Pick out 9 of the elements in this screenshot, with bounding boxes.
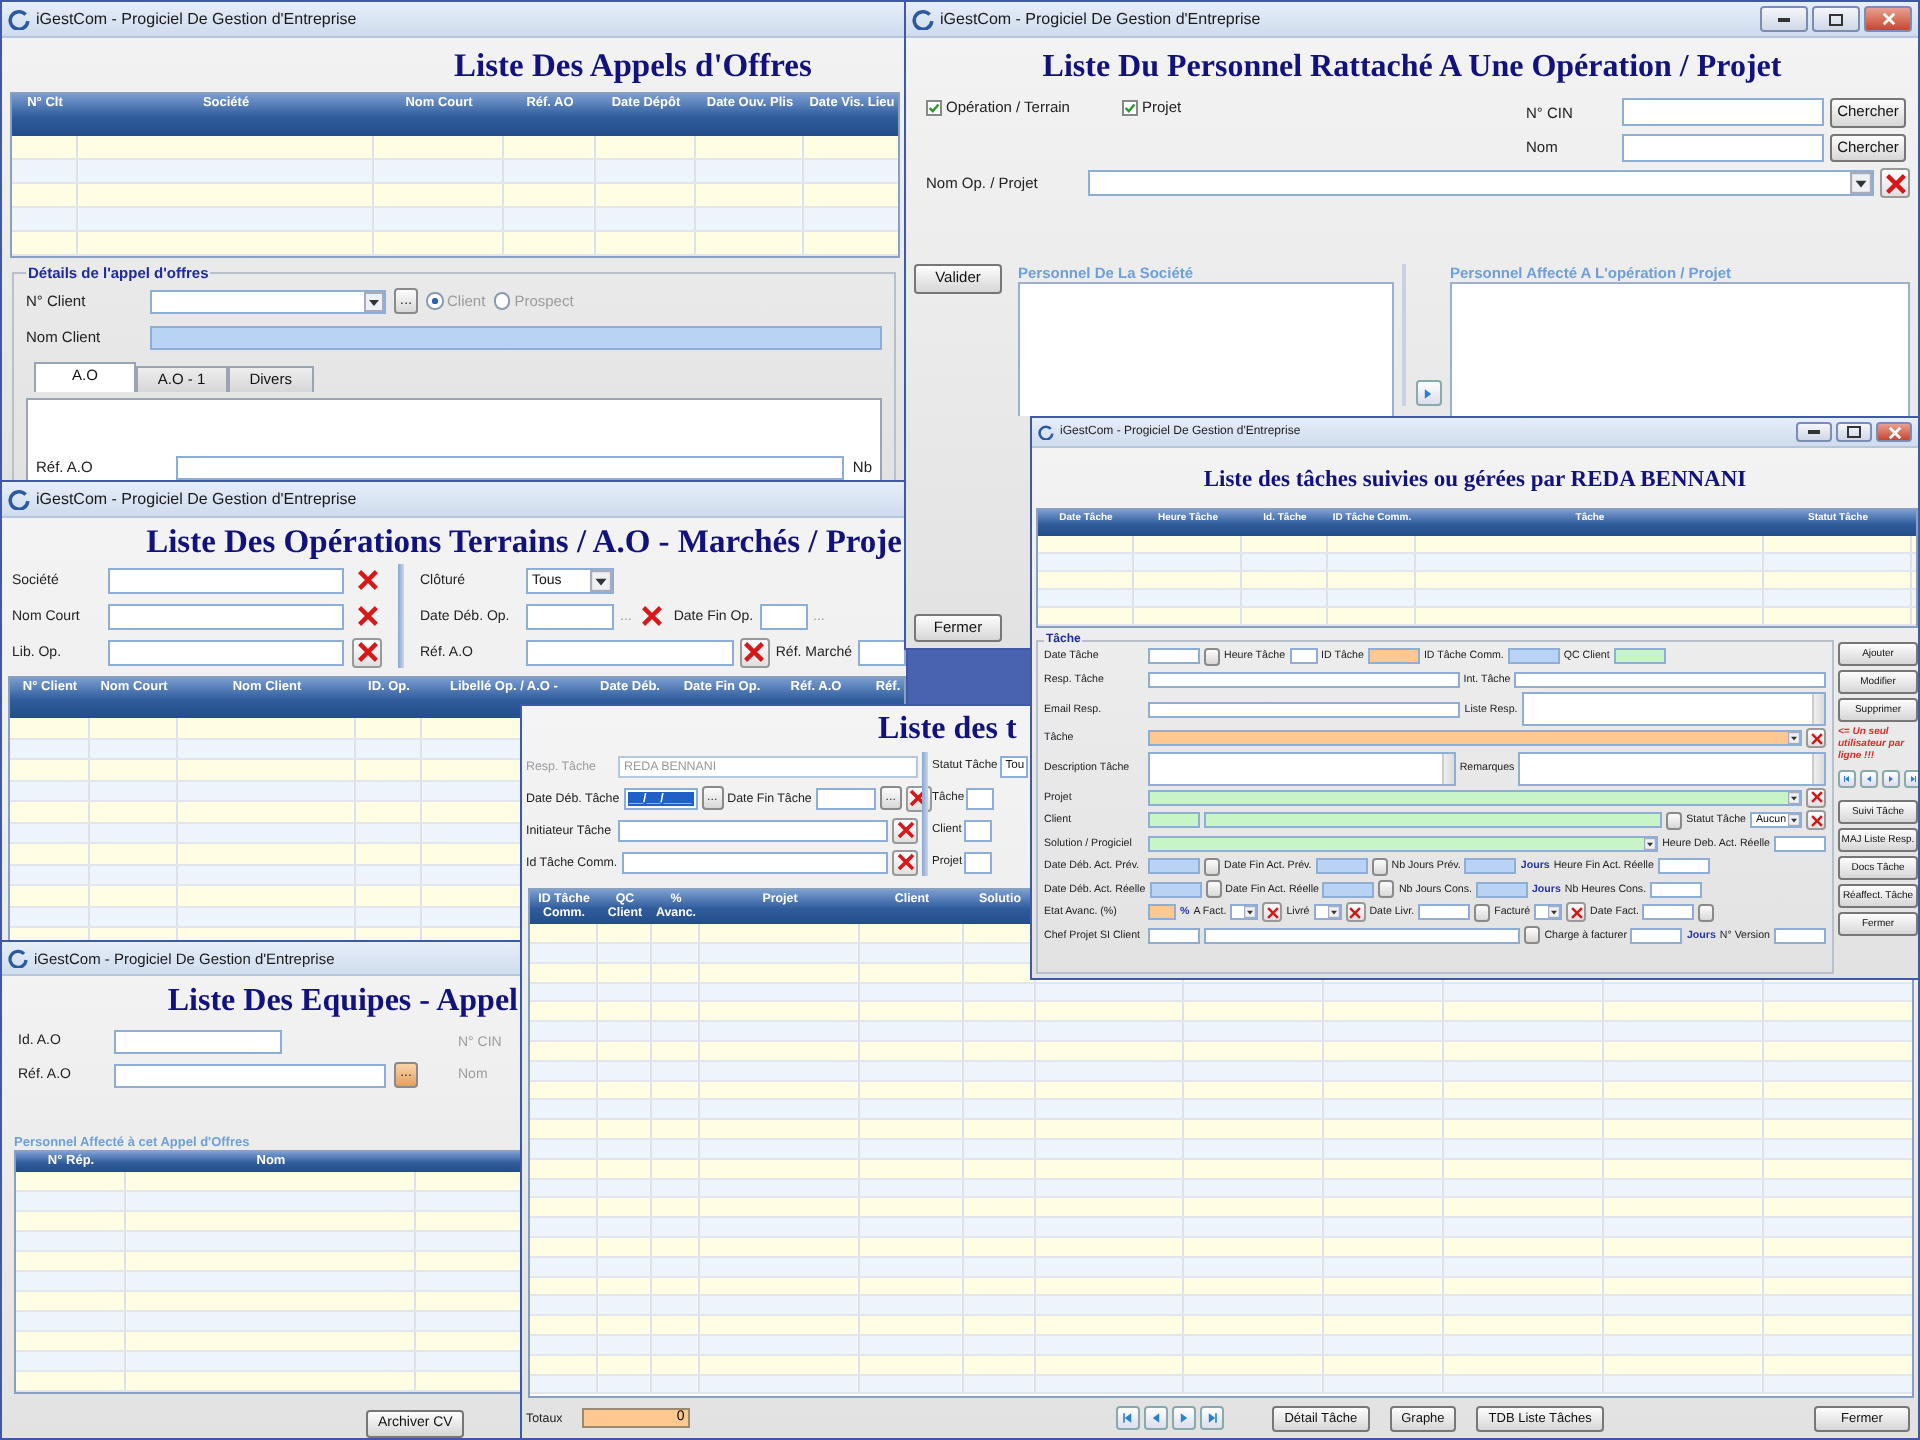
window-heading: Liste des tâches suivies ou gérées par REDA BENNANI	[1203, 468, 1747, 492]
window-title: iGestCom - Progiciel De Gestion d'Entreprise	[36, 490, 357, 508]
window-title: iGestCom - Progiciel De Gestion d'Entreprise	[36, 10, 357, 28]
window-heading: Liste Des Equipes - Appel	[167, 984, 518, 1018]
window-title: iGestCom - Progiciel De Gestion d'Entreprise	[940, 10, 1261, 28]
window-heading: Liste Des Appels d'Offres	[454, 46, 812, 84]
window-heading: Liste Des Opérations Terrains / A.O - Marchés / Proje	[146, 522, 902, 560]
window-heading: Liste des t	[878, 712, 1017, 746]
window-heading: Liste Du Personnel Rattaché A Une Opération / Projet	[1042, 50, 1782, 84]
